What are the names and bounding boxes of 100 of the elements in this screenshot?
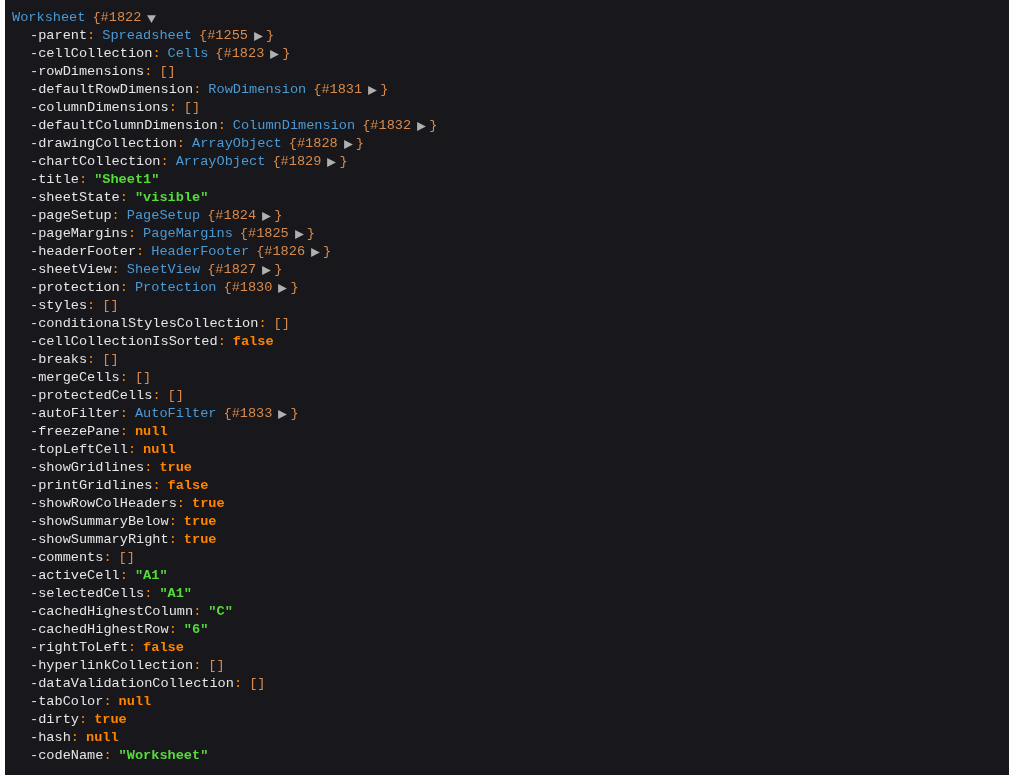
property-key: -parent: (30, 27, 103, 45)
property-key: -mergeCells: (30, 369, 135, 387)
property-key: -pageMargins: (30, 225, 144, 243)
class-name: AutoFilter (134, 405, 217, 423)
closing-brace: } (274, 261, 283, 279)
empty-array: [] (208, 657, 225, 675)
object-reference[interactable]: {#1826 (256, 243, 306, 261)
property-key: -hyperlinkCollection: (30, 657, 209, 675)
property-key: -protectedCells: (30, 387, 168, 405)
property-key: -defaultColumnDimension: (30, 117, 233, 135)
closing-brace: } (380, 81, 389, 99)
class-name: Protection (134, 279, 217, 297)
property-key: -rightToLeft: (30, 639, 144, 657)
collapse-icon[interactable] (146, 12, 158, 24)
closing-brace: } (265, 27, 275, 45)
class-name: Spreadsheet (102, 27, 192, 45)
object-reference[interactable]: {#1824 (207, 207, 257, 225)
property-key: -showGridlines: (30, 459, 160, 477)
object-reference[interactable]: {#1828 (288, 135, 338, 153)
property-key: -styles: (30, 297, 103, 315)
object-reference[interactable]: {#1822 (92, 9, 142, 27)
property-key: -comments: (30, 549, 119, 567)
constant-value: null (143, 441, 176, 459)
property-key: -sheetState: (30, 189, 135, 207)
constant-value: true (183, 513, 217, 531)
property-key: -dataValidationCollection: (30, 675, 250, 693)
expand-icon[interactable] (342, 138, 354, 150)
string-value: "Worksheet" (118, 747, 209, 765)
property-key: -showSummaryBelow: (30, 513, 184, 531)
class-name: ColumnDimension (232, 117, 356, 135)
class-name: ArrayObject (192, 135, 282, 153)
object-reference[interactable]: {#1829 (272, 153, 322, 171)
property-key: -columnDimensions: (30, 99, 184, 117)
string-value: "Sheet1" (94, 171, 160, 189)
property-key: -topLeftCell: (30, 441, 144, 459)
string-value: "A1" (134, 567, 168, 585)
object-reference[interactable]: {#1827 (207, 261, 257, 279)
property-key: -cellCollection: (30, 45, 168, 63)
constant-value: null (118, 693, 152, 711)
expand-icon[interactable] (310, 246, 322, 258)
string-value: "visible" (134, 189, 209, 207)
property-key: -autoFilter: (30, 405, 135, 423)
class-name: PageSetup (126, 207, 201, 225)
property-key: -codeName: (30, 747, 119, 765)
constant-value: null (85, 729, 119, 747)
empty-array: [] (102, 351, 119, 369)
property-key: -breaks: (30, 351, 103, 369)
expand-icon[interactable] (261, 264, 273, 276)
property-key: -printGridlines: (30, 477, 168, 495)
empty-array: [] (118, 549, 135, 567)
property-key: -showRowColHeaders: (30, 495, 192, 513)
property-key: -activeCell: (30, 567, 135, 585)
expand-icon[interactable] (367, 84, 379, 96)
class-name: Cells (167, 45, 209, 63)
constant-value: true (159, 459, 193, 477)
expand-icon[interactable] (326, 156, 338, 168)
property-key: -tabColor: (30, 693, 119, 711)
property-key: -showSummaryRight: (30, 531, 184, 549)
expand-icon[interactable] (269, 48, 281, 60)
expand-icon[interactable] (416, 120, 428, 132)
class-name: SheetView (126, 261, 201, 279)
empty-array: [] (183, 99, 201, 117)
closing-brace: } (429, 117, 438, 135)
expand-icon[interactable] (293, 228, 305, 240)
constant-value: false (232, 333, 274, 351)
property-key: -chartCollection: (30, 153, 176, 171)
property-key: -conditionalStylesCollection: (30, 315, 274, 333)
string-value: "C" (208, 603, 233, 621)
property-key: -rowDimensions: (30, 63, 160, 81)
expand-icon[interactable] (277, 282, 289, 294)
expand-icon[interactable] (277, 408, 289, 420)
property-key: -headerFooter: (30, 243, 152, 261)
class-name: HeaderFooter (151, 243, 250, 261)
expand-icon[interactable] (261, 210, 273, 222)
constant-value: null (134, 423, 168, 441)
object-reference[interactable]: {#1255 (199, 27, 248, 45)
empty-array: [] (249, 675, 266, 693)
property-key: -protection: (30, 279, 135, 297)
closing-brace: } (355, 135, 364, 153)
property-key: -cellCollectionIsSorted: (30, 333, 233, 351)
property-key: -pageSetup: (30, 207, 127, 225)
empty-array: [] (102, 297, 119, 315)
object-reference[interactable]: {#1823 (215, 45, 265, 63)
closing-brace: } (290, 279, 299, 297)
constant-value: true (183, 531, 217, 549)
object-reference[interactable]: {#1832 (362, 117, 412, 135)
class-name: RowDimension (208, 81, 307, 99)
constant-value: false (143, 639, 184, 657)
object-reference[interactable]: {#1830 (223, 279, 273, 297)
string-value: "A1" (159, 585, 193, 603)
expand-icon[interactable] (252, 30, 264, 42)
object-reference[interactable]: {#1831 (313, 81, 363, 99)
property-key: -drawingCollection: (30, 135, 192, 153)
property-key: -defaultRowDimension: (30, 81, 209, 99)
object-reference[interactable]: {#1825 (239, 225, 289, 243)
constant-value: true (192, 495, 225, 513)
property-key: -selectedCells: (30, 585, 160, 603)
empty-array: [] (134, 369, 152, 387)
object-reference[interactable]: {#1833 (223, 405, 273, 423)
string-value: "6" (183, 621, 209, 639)
